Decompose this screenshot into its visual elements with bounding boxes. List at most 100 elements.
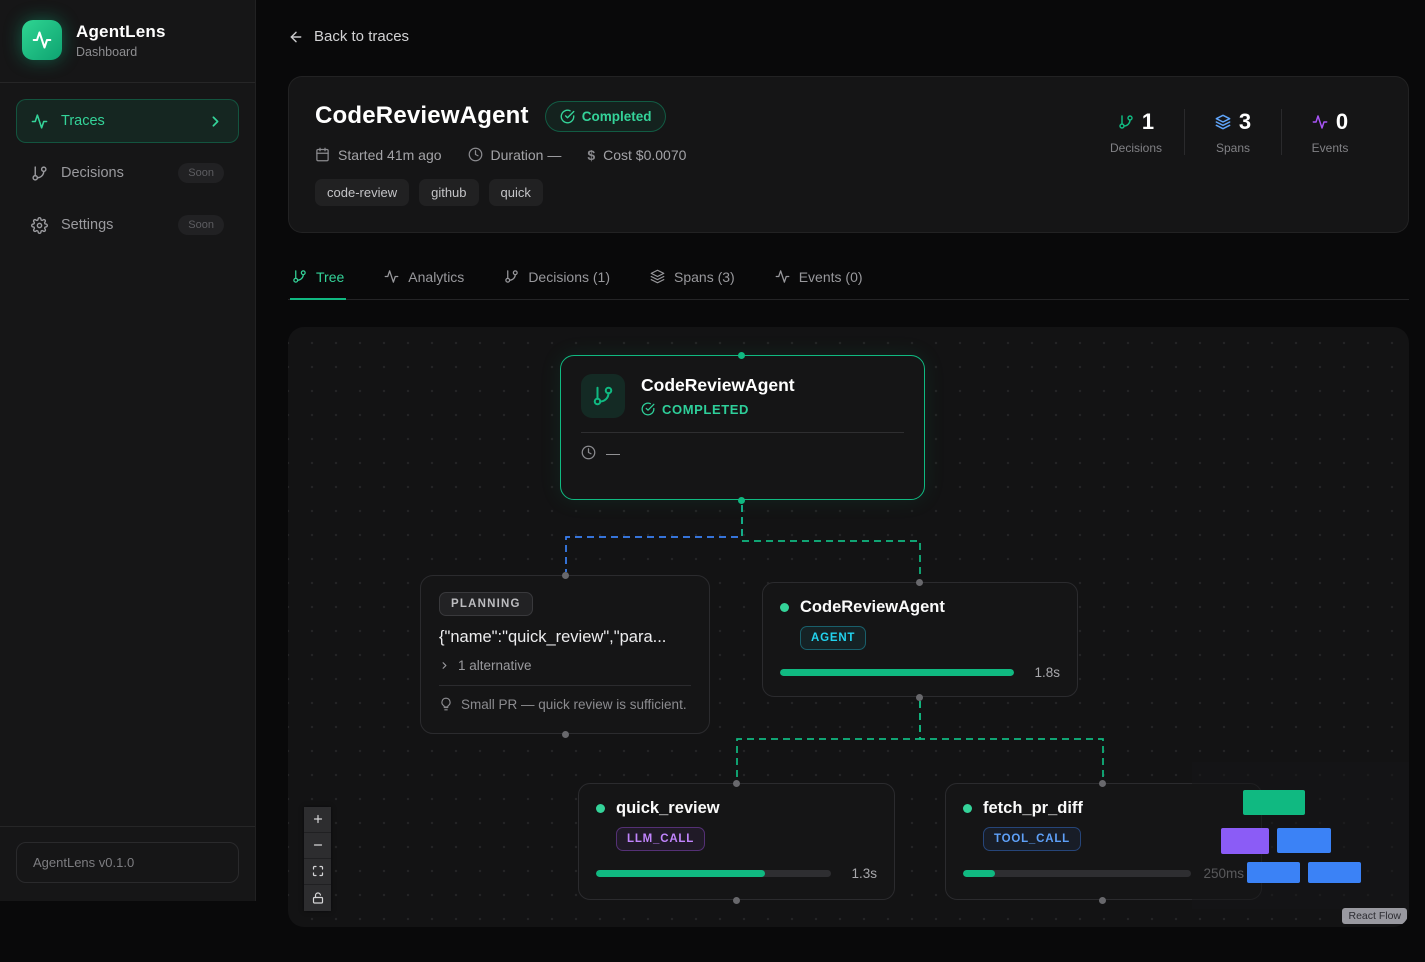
agentlens-logo-icon: [22, 20, 62, 60]
fit-view-button[interactable]: [304, 859, 331, 885]
started-meta: Started 41m ago: [315, 147, 442, 163]
tab-events[interactable]: Events (0): [773, 257, 865, 299]
minimap-node-fetch-pr-diff: [1308, 862, 1361, 883]
stat-spans: 3 Spans: [1185, 109, 1281, 155]
sidebar-item-label: Decisions: [61, 165, 165, 181]
node-span-quick-review[interactable]: quick_review LLM_CALL 1.3s: [578, 783, 895, 900]
app-version: AgentLens v0.1.0: [16, 842, 239, 883]
span-title: fetch_pr_diff: [983, 799, 1083, 818]
sidebar: AgentLens Dashboard Traces Decisions Soo…: [0, 0, 256, 901]
root-node-status: COMPLETED: [641, 402, 795, 417]
brand: AgentLens Dashboard: [0, 0, 255, 83]
handle-root-bottom: [738, 497, 745, 504]
flow-canvas[interactable]: CodeReviewAgent COMPLETED — PLANNING {"n…: [288, 327, 1409, 927]
node-span-agent[interactable]: CodeReviewAgent AGENT 1.8s: [762, 582, 1078, 697]
stat-label: Decisions: [1088, 141, 1184, 155]
activity-icon: [1312, 114, 1328, 130]
minimap-node-root: [1243, 790, 1305, 815]
edge-agent-to-quick: [737, 701, 920, 780]
span-title: CodeReviewAgent: [800, 598, 945, 617]
status-dot-icon: [780, 603, 789, 612]
activity-icon: [775, 269, 790, 284]
git-branch-icon: [581, 374, 625, 418]
minimap-node-quick-review: [1247, 862, 1300, 883]
chevron-right-icon: [439, 660, 450, 671]
span-type-badge: LLM_CALL: [616, 827, 705, 851]
trace-header-card: CodeReviewAgent Completed Started 41m ag…: [288, 76, 1409, 233]
cost-meta: $ Cost $0.0070: [587, 147, 686, 163]
stat-value: 0: [1336, 109, 1348, 135]
back-to-traces-link[interactable]: Back to traces: [288, 28, 409, 45]
decision-alternatives-toggle[interactable]: 1 alternative: [439, 658, 691, 673]
span-type-badge: TOOL_CALL: [983, 827, 1081, 851]
activity-icon: [384, 269, 399, 284]
trace-tags: code-review github quick: [315, 179, 686, 206]
tab-analytics[interactable]: Analytics: [382, 257, 466, 299]
minimap-node-decision: [1221, 828, 1269, 854]
decision-type-badge: PLANNING: [439, 592, 533, 616]
sidebar-item-decisions[interactable]: Decisions Soon: [16, 151, 239, 195]
flow-minimap[interactable]: [1192, 762, 1409, 909]
trace-meta: Started 41m ago Duration — $ Cost $0.007…: [315, 147, 686, 163]
handle-decision-bottom: [562, 731, 569, 738]
handle-agent-top: [916, 579, 923, 586]
chevron-right-icon: [207, 113, 224, 130]
span-type-badge: AGENT: [800, 626, 866, 650]
sidebar-item-traces[interactable]: Traces: [16, 99, 239, 143]
handle-fetch-top: [1099, 780, 1106, 787]
git-branch-icon: [504, 269, 519, 284]
root-node-duration: —: [606, 445, 620, 461]
check-circle-icon: [641, 402, 655, 416]
decision-reason: Small PR — quick review is sufficient.: [439, 697, 691, 712]
node-root-trace[interactable]: CodeReviewAgent COMPLETED —: [560, 355, 925, 500]
clock-icon: [581, 445, 596, 460]
tab-decisions[interactable]: Decisions (1): [502, 257, 612, 299]
tab-spans[interactable]: Spans (3): [648, 257, 737, 299]
git-branch-icon: [292, 269, 307, 284]
tag: code-review: [315, 179, 409, 206]
zoom-in-button[interactable]: [304, 807, 331, 833]
git-branch-icon: [31, 165, 48, 182]
stat-label: Spans: [1185, 141, 1281, 155]
tab-tree[interactable]: Tree: [290, 257, 346, 299]
sidebar-item-label: Settings: [61, 217, 165, 233]
sidebar-item-label: Traces: [61, 113, 194, 129]
handle-decision-top: [562, 572, 569, 579]
lock-toggle-button[interactable]: [304, 885, 331, 911]
layers-icon: [1215, 114, 1231, 130]
span-title: quick_review: [616, 799, 720, 818]
zoom-out-button[interactable]: [304, 833, 331, 859]
main-content: Back to traces CodeReviewAgent Completed…: [256, 0, 1425, 962]
minimap-node-agent: [1277, 828, 1331, 853]
git-branch-icon: [1118, 114, 1134, 130]
brand-subtitle: Dashboard: [76, 45, 166, 59]
sidebar-item-settings[interactable]: Settings Soon: [16, 203, 239, 247]
node-decision-planning[interactable]: PLANNING {"name":"quick_review","para...…: [420, 575, 710, 734]
brand-name: AgentLens: [76, 22, 166, 42]
trace-title: CodeReviewAgent: [315, 102, 529, 130]
duration-meta: Duration —: [468, 147, 562, 163]
edge-root-to-agent: [742, 505, 920, 579]
react-flow-attribution[interactable]: React Flow: [1342, 908, 1407, 924]
fit-view-icon: [312, 865, 324, 877]
check-circle-icon: [560, 109, 575, 124]
sidebar-footer: AgentLens v0.1.0: [0, 826, 255, 901]
soon-badge: Soon: [178, 215, 224, 235]
handle-fetch-bottom: [1099, 897, 1106, 904]
status-dot-icon: [596, 804, 605, 813]
handle-root-top: [738, 352, 745, 359]
tag: github: [419, 179, 478, 206]
stat-label: Events: [1282, 141, 1378, 155]
arrow-left-icon: [288, 29, 304, 45]
soon-badge: Soon: [178, 163, 224, 183]
detail-tabs: Tree Analytics Decisions (1) Spans (3) E…: [288, 257, 1409, 300]
duration-bar: [596, 870, 831, 877]
sidebar-nav: Traces Decisions Soon Settings Soon: [0, 83, 255, 247]
dollar-icon: $: [587, 147, 595, 163]
span-duration: 1.3s: [843, 866, 877, 881]
edge-agent-to-fetch: [920, 701, 1103, 780]
plus-icon: [312, 813, 324, 825]
edge-root-to-decision: [566, 505, 742, 572]
trace-stats: 1 Decisions 3 Spans 0 Events: [1088, 109, 1378, 155]
gear-icon: [31, 217, 48, 234]
